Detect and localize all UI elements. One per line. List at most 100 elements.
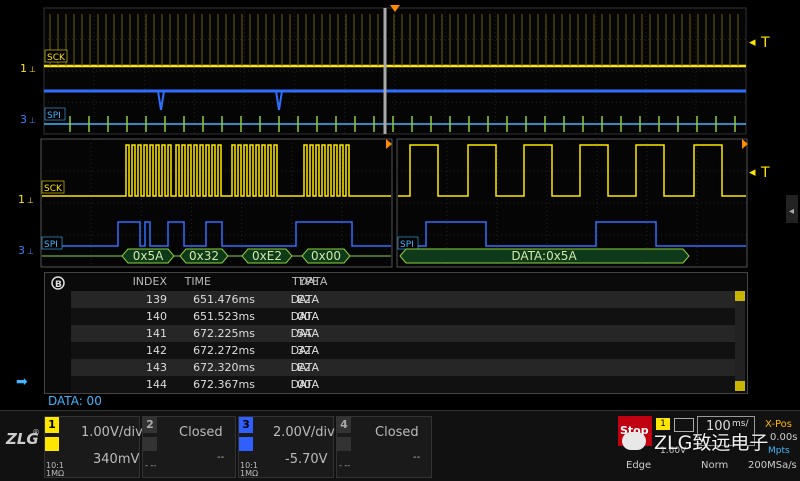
svg-text:3: 3	[20, 113, 27, 126]
ch4-settings[interactable]: 4 Closed -- - --	[336, 416, 432, 478]
ch1-settings[interactable]: 1 1.00V/div 340mV 10:1 1MΩ	[44, 416, 143, 478]
cell-time: 672.320ms	[193, 361, 255, 374]
ch2-settings[interactable]: 2 Closed -- - --	[142, 416, 236, 478]
cell-index: 140	[146, 310, 167, 323]
svg-text:⊥: ⊥	[27, 247, 34, 256]
ch3-coupling-icon	[239, 437, 253, 451]
ch4-offset: --	[413, 452, 421, 463]
cell-time: 672.367ms	[193, 378, 255, 391]
bus-icon[interactable]: B	[49, 275, 67, 290]
svg-text:1: 1	[20, 62, 27, 75]
ch4-probe: - --	[339, 461, 351, 470]
svg-text:⊥: ⊥	[27, 196, 34, 205]
ch4-number: 4	[337, 417, 351, 433]
cell-index: 139	[146, 293, 167, 306]
svg-text:SPI: SPI	[47, 111, 61, 121]
svg-text:SPI: SPI	[44, 240, 58, 250]
ch3-impedance: 1MΩ	[240, 469, 259, 478]
table-row[interactable]: 140 651.523ms DATA 00	[71, 308, 735, 325]
svg-text:◂: ◂	[749, 165, 756, 180]
spi-overview-label: SPI	[44, 107, 66, 121]
spi-zoom-right-label: SPI	[397, 236, 419, 250]
cell-index: 141	[146, 327, 167, 340]
memory-depth: Mpts	[768, 446, 790, 456]
cell-data: 5A	[297, 327, 312, 340]
ch2-coupling-icon	[143, 437, 157, 451]
table-row[interactable]: 141 672.225ms DATA 5A	[71, 325, 735, 342]
ch1-number: 1	[45, 417, 59, 433]
scroll-down-icon[interactable]	[735, 381, 745, 391]
decode-event-table[interactable]: B INDEX TIME TYPE DATA 139 651.476ms DATA E…	[44, 272, 748, 394]
table-row[interactable]: 143 672.320ms DATA E2	[71, 359, 735, 376]
cell-time: 672.225ms	[193, 327, 255, 340]
ch3-scale: 2.00V/div	[273, 425, 335, 440]
scroll-up-icon[interactable]	[735, 291, 745, 301]
svg-text:B: B	[55, 280, 62, 290]
decode-byte-label: 0xE2	[252, 249, 282, 263]
ch4-coupling-icon	[337, 437, 351, 451]
decode-byte-label: 0x00	[311, 249, 341, 263]
decode-byte-label: 0x32	[189, 249, 219, 263]
ch3-offset: -5.70V	[285, 452, 328, 467]
ch1-overview-label: SCK	[44, 49, 68, 63]
ch2-offset: --	[217, 452, 225, 463]
decode-byte-label: 0x5A	[133, 249, 164, 263]
wechat-icon	[622, 432, 646, 450]
trigger-mode[interactable]: Edge	[626, 460, 651, 471]
svg-text:1: 1	[18, 193, 25, 206]
trigger-level-marker[interactable]: ◂ T	[749, 35, 770, 51]
ch1-scale: 1.00V/div	[81, 425, 143, 440]
ch1-zoom-label: SCK	[41, 180, 65, 194]
svg-text:SCK: SCK	[47, 53, 66, 63]
sample-rate: 200MSa/s	[748, 460, 797, 471]
cell-data: E2	[297, 361, 311, 374]
svg-text:SCK: SCK	[44, 184, 63, 194]
cell-data: 32	[297, 344, 311, 357]
cell-time: 672.272ms	[193, 344, 255, 357]
ch1-impedance: 1MΩ	[46, 469, 65, 478]
ch2-number: 2	[143, 417, 157, 433]
watermark: ZLG致远电子	[654, 432, 769, 454]
chevron-left-icon: ◂	[789, 206, 794, 217]
cell-time: 651.523ms	[193, 310, 255, 323]
table-scrollbar[interactable]	[735, 291, 745, 391]
header-data: DATA	[299, 275, 328, 288]
cell-index: 144	[146, 378, 167, 391]
registered-mark: ®	[32, 428, 40, 437]
ch4-state: Closed	[375, 425, 419, 440]
table-row[interactable]: 142 672.272ms DATA 32	[71, 342, 735, 359]
trigger-level-marker-zoom[interactable]: ◂ T	[749, 165, 770, 181]
ch1-coupling-icon	[45, 437, 59, 451]
svg-text:⊥: ⊥	[29, 65, 36, 74]
xpos-value[interactable]: 0.00s	[770, 432, 797, 443]
cell-time: 651.476ms	[193, 293, 255, 306]
cell-index: 142	[146, 344, 167, 357]
svg-text:DATA:0x5A: DATA:0x5A	[511, 249, 577, 263]
table-row[interactable]: 144 672.367ms DATA 00	[71, 376, 735, 393]
svg-text:3: 3	[18, 244, 25, 257]
cell-index: 143	[146, 361, 167, 374]
cell-data: 00	[297, 378, 311, 391]
svg-text:T: T	[760, 165, 770, 181]
decode-bus-zoom: DATA:0x5A	[399, 248, 690, 264]
xpos-label: X-Pos	[765, 419, 792, 430]
ch3-number: 3	[239, 417, 253, 433]
svg-text:◂: ◂	[749, 35, 756, 50]
ch1-level-marker[interactable]: 1 ⊥	[20, 62, 36, 75]
header-time: TIME	[184, 275, 211, 288]
ch2-probe: - --	[145, 461, 157, 470]
cell-data: E2	[297, 293, 311, 306]
acquire-mode[interactable]: Norm	[701, 460, 728, 471]
spi-zoom-label: SPI	[41, 236, 63, 250]
ch3-level-marker[interactable]: 3 ⊥	[20, 113, 36, 126]
current-row-arrow-icon: ➡	[16, 374, 28, 390]
header-index: INDEX	[132, 275, 167, 288]
cell-data: 00	[297, 310, 311, 323]
svg-text:⊥: ⊥	[29, 116, 36, 125]
ch3-zoom-level-marker[interactable]: 3 ⊥	[18, 244, 34, 257]
ch3-settings[interactable]: 3 2.00V/div -5.70V 10:1 1MΩ	[238, 416, 335, 478]
status-value: DATA: 00	[48, 394, 102, 408]
ch1-zoom-level-marker[interactable]: 1 ⊥	[18, 193, 34, 206]
table-row[interactable]: 139 651.476ms DATA E2	[71, 291, 735, 308]
ch1-offset: 340mV	[93, 452, 140, 467]
